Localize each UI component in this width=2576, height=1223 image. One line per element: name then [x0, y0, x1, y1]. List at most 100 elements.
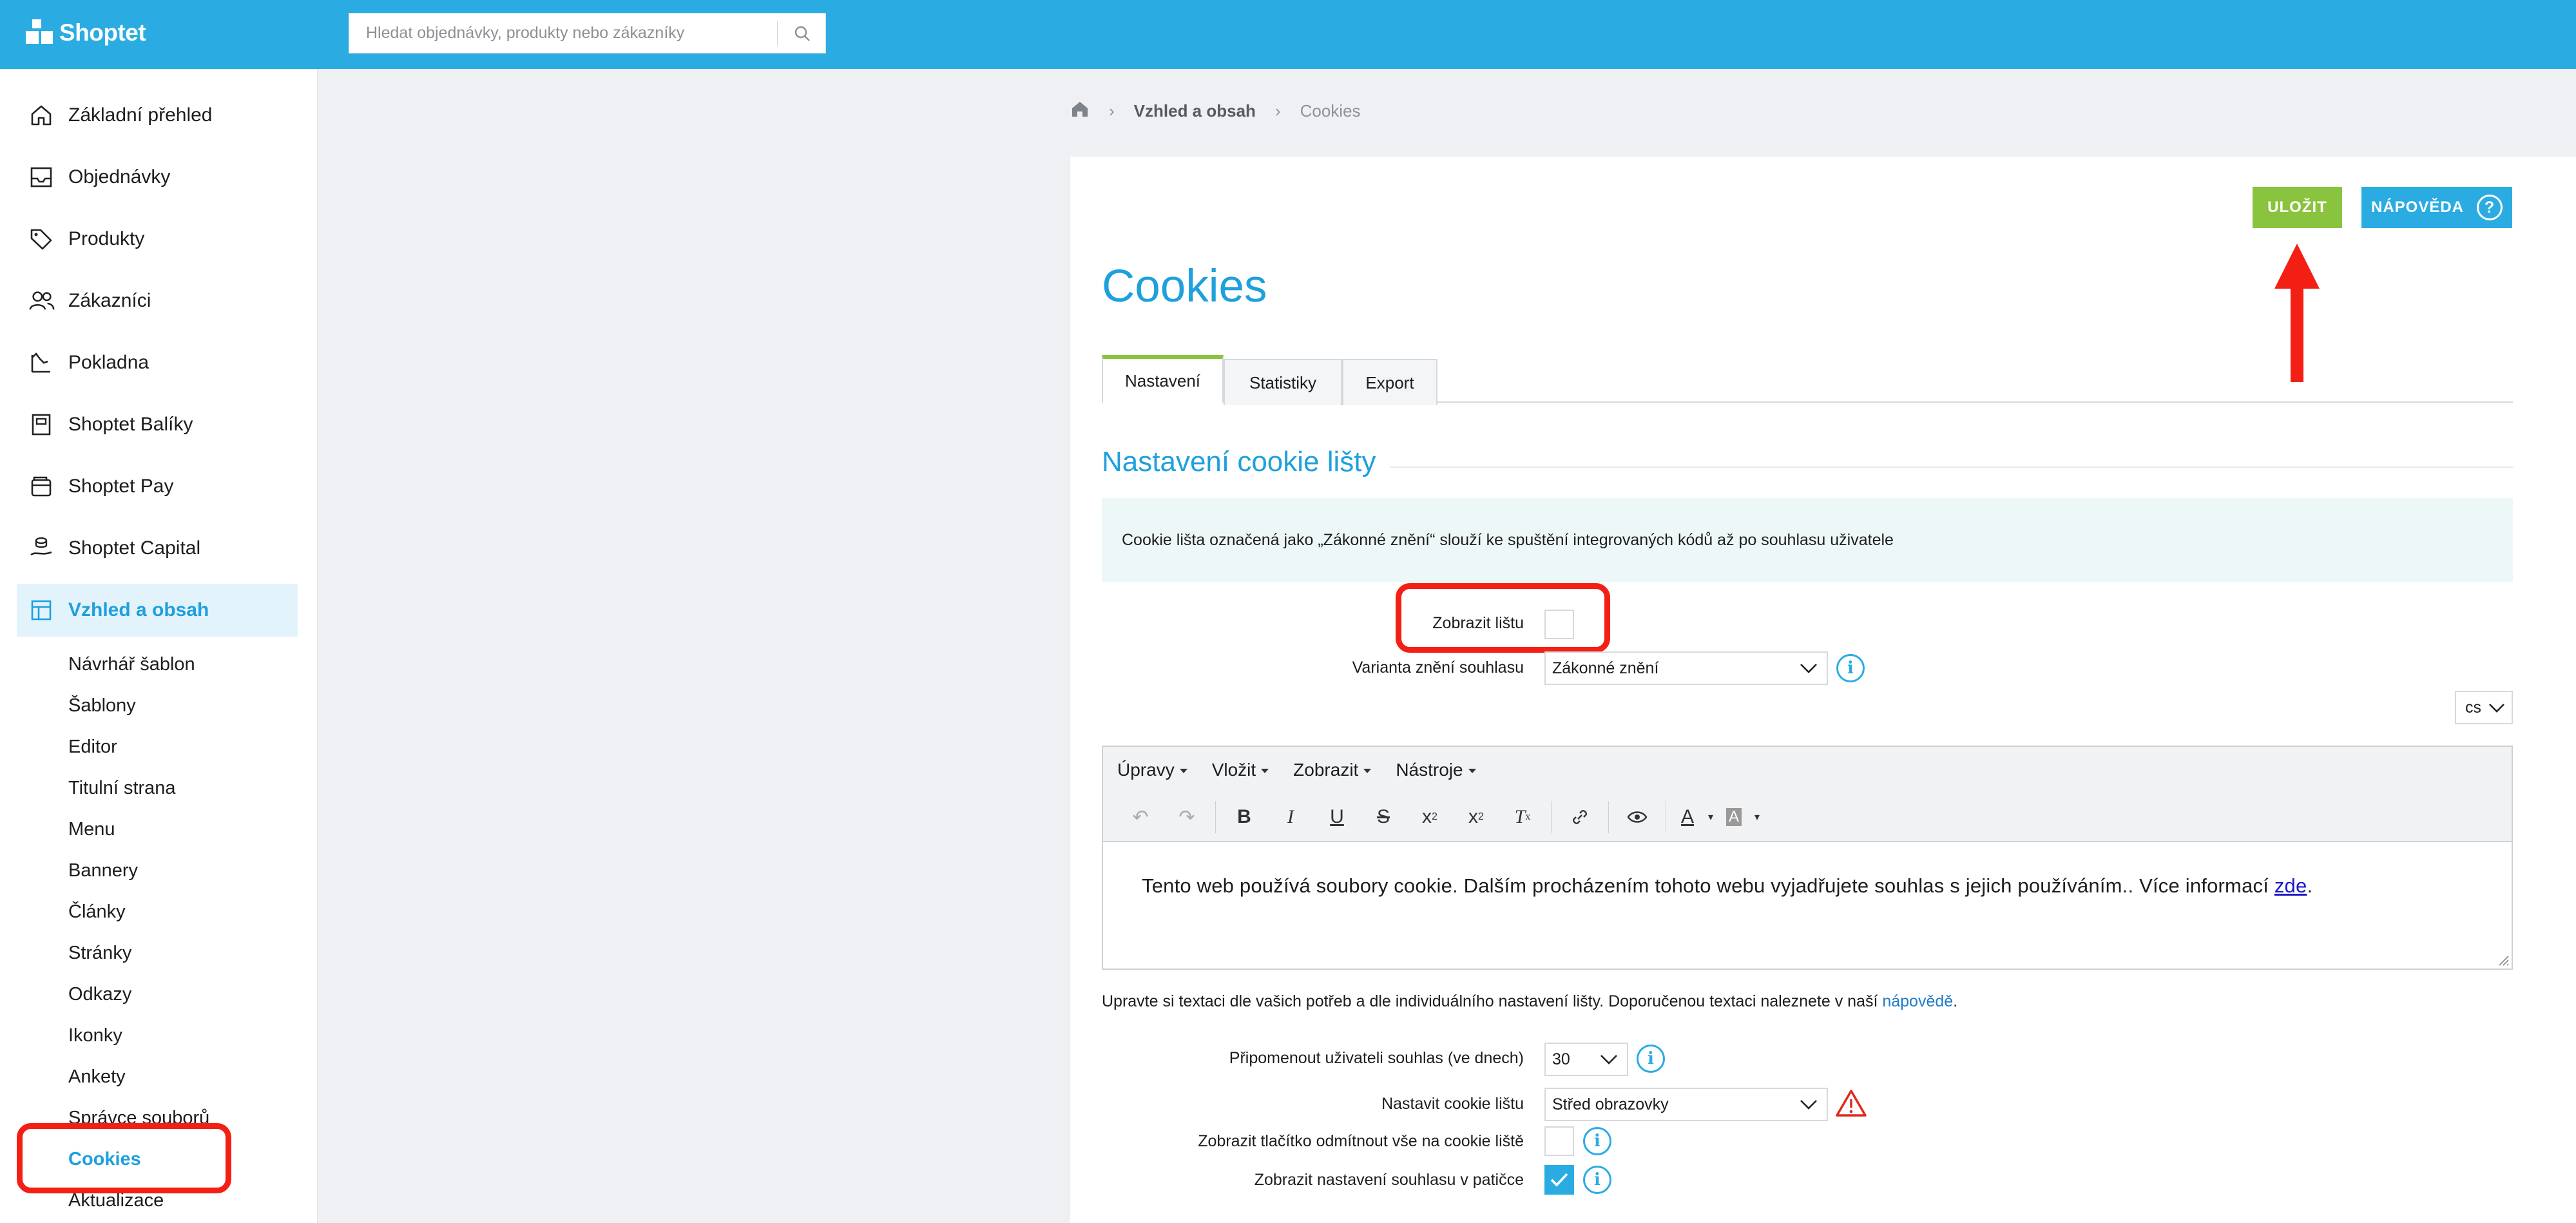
menu-nastroje[interactable]: Nástroje: [1396, 760, 1475, 780]
text-color-dropdown-icon[interactable]: ▾: [1704, 798, 1718, 836]
rich-text-editor: Úpravy Vložit Zobrazit Nástroje ↶ ↷ B I …: [1102, 746, 2513, 970]
sidebar-item-label: Objednávky: [68, 166, 171, 188]
editor-text: Tento web používá soubory cookie. Dalším…: [1142, 874, 2274, 897]
info-box: Cookie lišta označená jako „Zákonné zněn…: [1102, 498, 2513, 582]
sidebar-item-shoptet-capital[interactable]: Shoptet Capital: [17, 522, 298, 575]
sidebar-item-shoptet-pay[interactable]: Shoptet Pay: [17, 460, 298, 513]
home-icon[interactable]: [1070, 100, 1090, 122]
sidebar-subitem-odkazy[interactable]: Odkazy: [68, 980, 131, 1008]
resize-handle-icon[interactable]: [2497, 954, 2509, 966]
sidebar-subitem-titulni-strana[interactable]: Titulní strana: [68, 774, 176, 802]
sidebar-item-objednavky[interactable]: Objednávky: [17, 151, 298, 204]
language-value: cs: [2465, 698, 2481, 717]
breadcrumb-current: Cookies: [1300, 101, 1361, 120]
sidebar-item-produkty[interactable]: Produkty: [17, 213, 298, 265]
chevron-down-icon: [1800, 1100, 1817, 1110]
home-icon: [17, 101, 55, 130]
preview-eye-icon[interactable]: [1614, 798, 1660, 836]
sidebar-item-shoptet-baliky[interactable]: Shoptet Balíky: [17, 398, 298, 451]
annotation-highlight-checkbox: [1396, 583, 1610, 653]
tab-nastaveni[interactable]: Nastavení: [1102, 355, 1224, 403]
undo-icon[interactable]: ↶: [1117, 798, 1164, 836]
help-button[interactable]: NÁPOVĚDA ?: [2361, 187, 2512, 228]
shoptet-logo-icon: [26, 19, 53, 46]
section-divider: [1390, 467, 2513, 468]
remind-value: 30: [1552, 1050, 1570, 1068]
background-color-icon[interactable]: A: [1718, 798, 1750, 836]
clear-format-icon[interactable]: Tx: [1499, 798, 1546, 836]
sidebar-subitem-ankety[interactable]: Ankety: [68, 1063, 126, 1091]
sidebar-subitem-menu[interactable]: Menu: [68, 815, 115, 843]
reject-all-checkbox[interactable]: [1544, 1126, 1574, 1156]
sidebar-subitem-ikonky[interactable]: Ikonky: [68, 1021, 122, 1050]
tab-export[interactable]: Export: [1342, 359, 1437, 405]
text-color-icon[interactable]: A: [1671, 798, 1704, 836]
variant-label: Varianta znění souhlasu: [1352, 659, 1524, 677]
sidebar-subitem-navrhar-sablon[interactable]: Návrhář šablon: [68, 650, 195, 679]
superscript-icon[interactable]: x2: [1407, 798, 1453, 836]
sidebar-item-vzhled-a-obsah[interactable]: Vzhled a obsah: [17, 584, 298, 637]
editor-content[interactable]: Tento web používá soubory cookie. Dalším…: [1142, 874, 2312, 898]
tab-statistiky[interactable]: Statistiky: [1224, 359, 1342, 405]
search-input[interactable]: [349, 14, 774, 53]
save-button[interactable]: ULOŽIT: [2253, 187, 2342, 228]
inbox-icon: [17, 162, 55, 192]
sidebar-item-label: Produkty: [68, 228, 145, 249]
sidebar-subitem-clanky[interactable]: Články: [68, 898, 126, 926]
remind-select[interactable]: 30: [1544, 1043, 1628, 1076]
link-icon[interactable]: [1557, 798, 1603, 836]
background-color-dropdown-icon[interactable]: ▾: [1750, 798, 1764, 836]
subscript-icon[interactable]: x2: [1453, 798, 1499, 836]
menu-vlozit[interactable]: Vložit: [1212, 760, 1269, 780]
strikethrough-icon[interactable]: S: [1360, 798, 1407, 836]
info-text: Cookie lišta označená jako „Zákonné zněn…: [1122, 530, 1894, 549]
search-button[interactable]: [778, 14, 826, 53]
hint-link[interactable]: nápovědě: [1882, 992, 1953, 1010]
warning-icon: [1836, 1090, 1867, 1117]
sidebar-item-label: Shoptet Pay: [68, 476, 174, 497]
hint-end: .: [1953, 992, 1958, 1010]
sidebar-item-label: Zákazníci: [68, 290, 151, 311]
wallet-icon: [17, 472, 55, 501]
menu-upravy[interactable]: Úpravy: [1117, 760, 1187, 780]
menu-zobrazit[interactable]: Zobrazit: [1293, 760, 1371, 780]
info-icon[interactable]: i: [1637, 1045, 1665, 1073]
search-box: [349, 13, 826, 53]
editor-link[interactable]: zde: [2274, 874, 2307, 897]
sidebar-item-label: Základní přehled: [68, 104, 213, 126]
sidebar-item-label: Shoptet Balíky: [68, 414, 193, 435]
position-select[interactable]: Střed obrazovky: [1544, 1088, 1828, 1121]
chevron-right-icon: ›: [1109, 101, 1115, 120]
register-icon: [17, 348, 55, 378]
info-icon[interactable]: i: [1583, 1166, 1611, 1194]
sidebar-item-zakladni-prehled[interactable]: Základní přehled: [17, 89, 298, 142]
sidebar-subitem-stranky[interactable]: Stránky: [68, 939, 131, 967]
breadcrumb-section[interactable]: Vzhled a obsah: [1134, 101, 1256, 121]
chevron-down-icon: [1800, 664, 1817, 673]
chevron-right-icon: ›: [1274, 101, 1281, 120]
section-title: Nastavení cookie lišty: [1102, 446, 1376, 477]
sidebar-item-label: Shoptet Capital: [68, 537, 201, 559]
bold-icon[interactable]: B: [1221, 798, 1267, 836]
sidebar-item-pokladna[interactable]: Pokladna: [17, 336, 298, 389]
shoptet-logo[interactable]: Shoptet: [26, 19, 146, 46]
language-select[interactable]: cs: [2455, 691, 2513, 724]
sidebar-subitem-sablony[interactable]: Šablony: [68, 691, 136, 720]
hint-main: Upravte si textaci dle vašich potřeb a d…: [1102, 992, 1883, 1010]
editor-text-end: .: [2307, 874, 2313, 897]
redo-icon[interactable]: ↷: [1164, 798, 1210, 836]
sidebar-item-zakaznici[interactable]: Zákazníci: [17, 274, 298, 327]
sidebar-subitem-bannery[interactable]: Bannery: [68, 856, 138, 885]
info-icon[interactable]: i: [1583, 1127, 1611, 1155]
sidebar-subitem-editor[interactable]: Editor: [68, 733, 117, 761]
hint-text: Upravte si textaci dle vašich potřeb a d…: [1102, 992, 1957, 1011]
sidebar-item-label: Pokladna: [68, 352, 149, 373]
remind-label: Připomenout uživateli souhlas (ve dnech): [1229, 1049, 1524, 1067]
info-icon[interactable]: i: [1836, 654, 1865, 682]
top-bar: Shoptet: [0, 0, 2576, 69]
footer-consent-checkbox[interactable]: [1544, 1165, 1574, 1195]
checkmark-icon: [1550, 1173, 1568, 1187]
underline-icon[interactable]: U: [1314, 798, 1360, 836]
variant-select[interactable]: Zákonné znění: [1544, 651, 1828, 685]
italic-icon[interactable]: I: [1267, 798, 1314, 836]
